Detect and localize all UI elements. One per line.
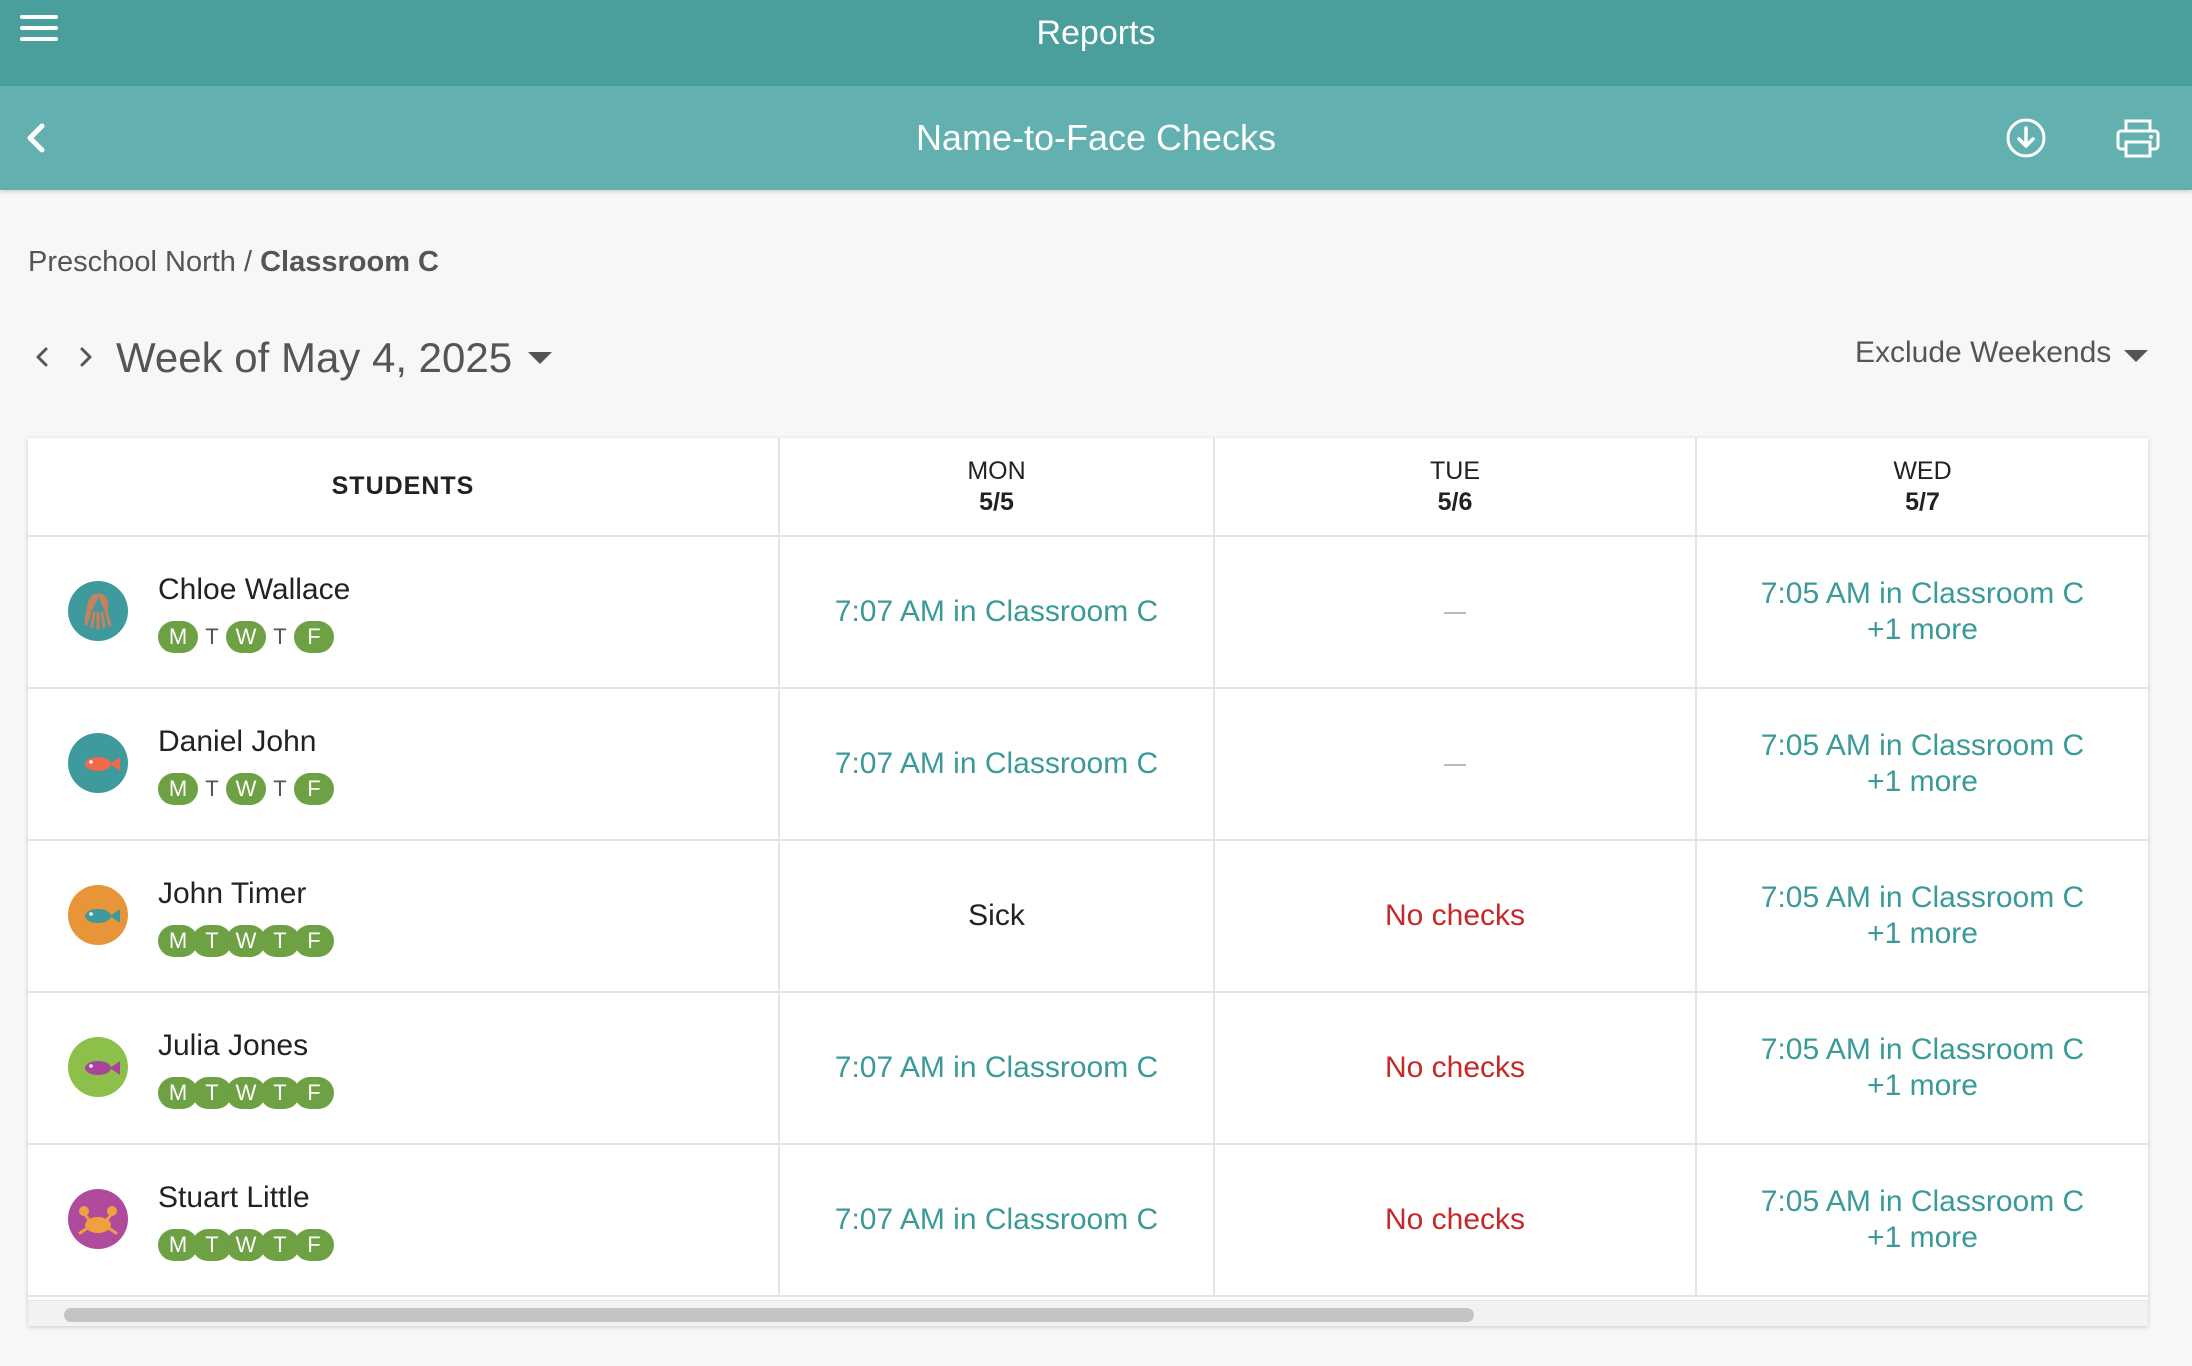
table-header-row: STUDENTS MON 5/5 TUE 5/6 WED 5/7 (28, 438, 2148, 537)
breadcrumb-separator: / (235, 246, 261, 278)
download-icon[interactable] (2004, 116, 2048, 160)
column-date: 5/7 (1905, 487, 1940, 516)
check-time-link[interactable]: 7:05 AM in Classroom C (1761, 577, 2084, 610)
print-icon[interactable] (2114, 116, 2162, 160)
mon-cell: 7:07 AM in Classroom C (779, 536, 1215, 689)
student-name[interactable]: Chloe Wallace (158, 573, 350, 607)
filter-chevron-down-icon[interactable] (2124, 350, 2148, 362)
week-navigator: Week of May 4, 2025 (28, 330, 628, 384)
column-date: 5/6 (1437, 487, 1473, 516)
schedule-day-badge: F (294, 1229, 334, 1261)
report-title: Name-to-Face Checks (915, 117, 1277, 158)
table-row[interactable]: John Timer M T W T F Sick No checks 7:05 AM in C… (28, 840, 2148, 993)
table-row[interactable]: Julia Jones M T W T F 7:07 AM in Classroom C No… (28, 992, 2148, 1145)
student-cell: Daniel John M T W T F (28, 688, 780, 841)
status-sick: Sick (968, 899, 1025, 932)
app-title: Reports (1036, 14, 1156, 52)
schedule-day-badge: F (294, 621, 334, 653)
more-checks-link[interactable]: +1 more (1697, 612, 2148, 648)
prev-week-icon[interactable] (28, 342, 58, 372)
check-time-link[interactable]: 7:07 AM in Classroom C (835, 747, 1158, 780)
status-no-checks: No checks (1384, 1051, 1526, 1084)
check-time-link[interactable]: 7:07 AM in Classroom C (835, 1203, 1158, 1236)
more-checks-link[interactable]: +1 more (1697, 916, 2148, 952)
wed-cell: 7:05 AM in Classroom C +1 more (1696, 536, 2148, 689)
column-header-tue: TUE 5/6 (1214, 438, 1697, 537)
wed-cell: 7:05 AM in Classroom C +1 more (1696, 688, 2148, 841)
empty-dash (1444, 764, 1466, 767)
table-row[interactable]: Daniel John M T W T F 7:07 AM in Classroom C 7:… (28, 688, 2148, 841)
scrollbar-thumb[interactable] (64, 1308, 1474, 1322)
mon-cell: Sick (779, 840, 1215, 993)
student-cell: Stuart Little M T W T F (28, 1144, 780, 1297)
breadcrumb: Preschool North / Classroom C (28, 246, 439, 279)
check-time-link[interactable]: 7:07 AM in Classroom C (835, 1051, 1158, 1084)
empty-dash (1444, 612, 1466, 615)
schedule-day-badge: F (294, 1077, 334, 1109)
check-time-link[interactable]: 7:05 AM in Classroom C (1761, 1033, 2084, 1066)
schedule-day-badge: F (294, 925, 334, 957)
fish-icon (68, 1037, 128, 1097)
column-dow: TUE (1430, 456, 1480, 485)
more-checks-link[interactable]: +1 more (1697, 764, 2148, 800)
schedule-day-badge: F (294, 773, 334, 805)
mon-cell: 7:07 AM in Classroom C (779, 1144, 1215, 1297)
student-name[interactable]: Julia Jones (158, 1029, 308, 1063)
column-header-students: STUDENTS (28, 438, 780, 537)
student-cell: John Timer M T W T F (28, 840, 780, 993)
column-header-wed: WED 5/7 (1696, 438, 2148, 537)
octopus-icon (68, 581, 128, 641)
check-time-link[interactable]: 7:07 AM in Classroom C (835, 595, 1158, 628)
next-week-icon[interactable] (70, 342, 100, 372)
more-checks-link[interactable]: +1 more (1697, 1220, 2148, 1256)
column-dow: WED (1893, 456, 1952, 485)
more-checks-link[interactable]: +1 more (1697, 1068, 2148, 1104)
fish-icon (68, 885, 128, 945)
student-name[interactable]: Stuart Little (158, 1181, 310, 1215)
status-no-checks: No checks (1384, 899, 1526, 932)
check-time-link[interactable]: 7:05 AM in Classroom C (1761, 729, 2084, 762)
mon-cell: 7:07 AM in Classroom C (779, 688, 1215, 841)
report-header: Name-to-Face Checks (0, 86, 2192, 190)
chevron-down-icon[interactable] (528, 352, 552, 364)
tue-cell: No checks (1214, 840, 1697, 993)
wed-cell: 7:05 AM in Classroom C +1 more (1696, 1144, 2148, 1297)
tue-cell: No checks (1214, 992, 1697, 1145)
app-header: Reports (0, 0, 2192, 86)
check-time-link[interactable]: 7:05 AM in Classroom C (1761, 1185, 2084, 1218)
mon-cell: 7:07 AM in Classroom C (779, 992, 1215, 1145)
table-row[interactable]: Chloe Wallace M T W T F 7:07 AM in Classroom C… (28, 536, 2148, 689)
horizontal-scrollbar[interactable] (28, 1300, 2148, 1326)
weekend-filter-dropdown[interactable]: Exclude Weekends (1855, 336, 2111, 370)
tue-cell (1214, 536, 1697, 689)
column-date: 5/5 (979, 487, 1014, 516)
column-header-mon: MON 5/5 (779, 438, 1215, 537)
tue-cell (1214, 688, 1697, 841)
student-cell: Julia Jones M T W T F (28, 992, 780, 1145)
status-no-checks: No checks (1384, 1203, 1526, 1236)
column-dow: MON (967, 456, 1026, 485)
student-name[interactable]: Daniel John (158, 725, 316, 759)
check-time-link[interactable]: 7:05 AM in Classroom C (1761, 881, 2084, 914)
crab-icon (68, 1189, 128, 1249)
student-name[interactable]: John Timer (158, 877, 306, 911)
checks-table: STUDENTS MON 5/5 TUE 5/6 WED 5/7 Chloe Wall… (28, 438, 2148, 1297)
tue-cell: No checks (1214, 1144, 1697, 1297)
table-row[interactable]: Stuart Little M T W T F 7:07 AM in Classroom C… (28, 1144, 2148, 1297)
wed-cell: 7:05 AM in Classroom C +1 more (1696, 992, 2148, 1145)
breadcrumb-current: Classroom C (260, 246, 439, 278)
fish-icon (68, 733, 128, 793)
wed-cell: 7:05 AM in Classroom C +1 more (1696, 840, 2148, 993)
breadcrumb-parent[interactable]: Preschool North (28, 246, 236, 278)
week-selector[interactable]: Week of May 4, 2025 (116, 334, 512, 382)
checks-table-card: STUDENTS MON 5/5 TUE 5/6 WED 5/7 Chloe Wall… (28, 438, 2148, 1326)
student-cell: Chloe Wallace M T W T F (28, 536, 780, 689)
